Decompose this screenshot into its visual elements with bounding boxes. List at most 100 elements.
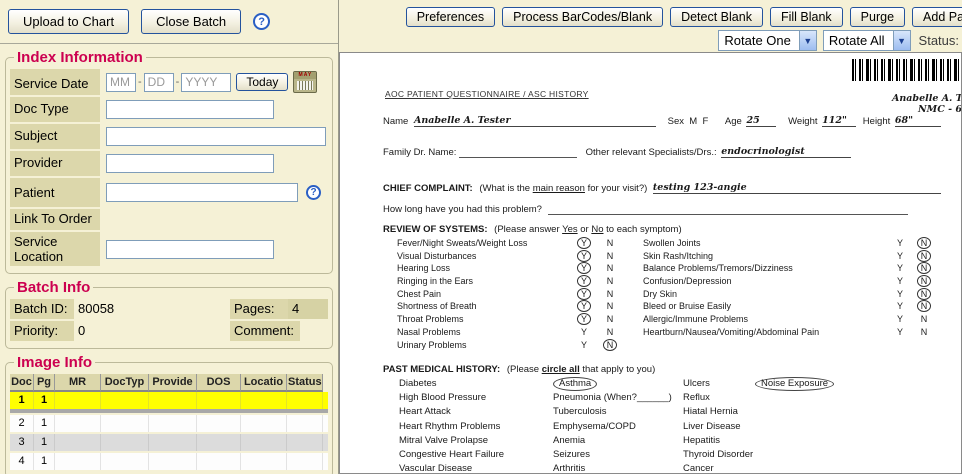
ros-item-label: Shortness of Breath	[397, 301, 477, 311]
patient-id-header: NMC - 6	[918, 104, 962, 115]
cc-prompt-pre: (What is the	[479, 183, 532, 194]
doc-type-input[interactable]	[106, 100, 274, 119]
ros-item-heartburn-nausea-vomiting-abdominal-pain: Heartburn/Nausea/Vomiting/Abdominal Pain…	[643, 327, 938, 340]
image-info-title: Image Info	[14, 354, 95, 371]
pmh-item-liver-disease: Liver Disease	[683, 421, 753, 435]
help-icon[interactable]: ?	[253, 13, 270, 30]
ros-answer-n: N	[603, 276, 617, 286]
rotate-all-label: Rotate All	[829, 33, 885, 48]
today-button[interactable]: Today	[236, 73, 288, 91]
weight-label: Weight	[788, 116, 817, 127]
blank-line	[459, 149, 577, 158]
column-header-doctyp: DocTyp	[101, 374, 149, 392]
pmh-item-thyroid-disorder: Thyroid Disorder	[683, 449, 753, 463]
priority-value: 0	[74, 321, 230, 341]
ros-answer-n: N	[917, 300, 931, 312]
toolbar-button-process-barcodes-blank[interactable]: Process BarCodes/Blank	[502, 7, 663, 27]
cell	[241, 434, 287, 451]
ros-answer-n: N	[917, 237, 931, 249]
calendar-grid	[297, 81, 313, 90]
service-location-label: Service Location	[10, 232, 100, 266]
doc-type-row: Doc Type	[10, 97, 328, 122]
service-location-row: Service Location	[10, 232, 328, 266]
column-header-dos: DOS	[197, 374, 241, 392]
ros-item-label: Ringing in the Ears	[397, 276, 473, 286]
patient-label: Patient	[10, 178, 100, 207]
doc-type-label: Doc Type	[10, 97, 100, 122]
chevron-down-icon: ▼	[893, 31, 910, 50]
patient-help-icon[interactable]: ?	[306, 185, 321, 200]
pmh-item-anemia: Anemia	[553, 435, 672, 449]
toolbar-button-preferences[interactable]: Preferences	[406, 7, 495, 27]
priority-label: Priority:	[10, 321, 74, 341]
pmh-note-post: that apply to you)	[580, 364, 656, 375]
cell	[287, 434, 323, 451]
ros-note-post: to each symptom)	[604, 224, 682, 235]
service-date-mm-input[interactable]	[106, 73, 136, 92]
ros-item-balance-problems-tremors-dizziness: Balance Problems/Tremors/DizzinessYN	[643, 263, 938, 276]
patient-input[interactable]	[106, 183, 298, 202]
ros-item-shortness-of-breath: Shortness of BreathYN	[397, 301, 637, 314]
document-title: AOC PATIENT QUESTIONNAIRE / ASC HISTORY	[385, 89, 589, 99]
ros-item-label: Chest Pain	[397, 289, 441, 299]
upload-to-chart-button[interactable]: Upload to Chart	[8, 9, 129, 34]
left-toolbar: Upload to Chart Close Batch ?	[0, 0, 338, 44]
ros-answer-n: N	[917, 327, 931, 337]
comment-value	[300, 321, 328, 341]
date-dash: -	[176, 76, 180, 88]
image-table-row-4[interactable]: 41	[10, 453, 328, 470]
toolbar-button-detect-blank[interactable]: Detect Blank	[670, 7, 763, 27]
provider-label: Provider	[10, 151, 100, 176]
ros-item-allergic-immune-problems: Allergic/Immune ProblemsYN	[643, 314, 938, 327]
pmh-item-reflux: Reflux	[683, 392, 753, 406]
pmh-item-congestive-heart-failure: Congestive Heart Failure	[399, 449, 504, 463]
pmh-section: DiabetesHigh Blood PressureHeart AttackH…	[340, 378, 962, 474]
cell	[287, 415, 323, 432]
ros-answer-y: Y	[577, 313, 591, 325]
ros-answer-n: N	[603, 263, 617, 273]
toolbar-button-purge[interactable]: Purge	[850, 7, 905, 27]
ros-item-label: Swollen Joints	[643, 238, 701, 248]
ros-item-fever-night-sweats-weight-loss: Fever/Night Sweats/Weight LossYN	[397, 238, 637, 251]
column-header-locatio: Locatio	[241, 374, 287, 392]
pmh-item-mitral-valve-prolapse: Mitral Valve Prolapse	[399, 435, 504, 449]
ros-item-visual-disturbances: Visual DisturbancesYN	[397, 251, 637, 264]
service-date-dd-input[interactable]	[144, 73, 174, 92]
close-batch-button[interactable]: Close Batch	[141, 9, 241, 34]
rotate-row: Rotate One ▼ Rotate All ▼ Status:	[340, 30, 962, 51]
image-table-row-2[interactable]: 21	[10, 415, 328, 432]
ros-answer-n: N	[603, 327, 617, 337]
ros-answer-n: N	[917, 250, 931, 262]
ros-answer-n: N	[917, 262, 931, 274]
provider-input[interactable]	[106, 154, 274, 173]
ros-item-label: Nasal Problems	[397, 327, 461, 337]
service-location-input[interactable]	[106, 240, 274, 259]
cell	[55, 453, 101, 470]
image-table-row-1[interactable]: 11	[10, 392, 328, 413]
ros-item-hearing-loss: Hearing LossYN	[397, 263, 637, 276]
pmh-item-high-blood-pressure: High Blood Pressure	[399, 392, 504, 406]
service-date-yyyy-input[interactable]	[181, 73, 231, 92]
toolbar-button-add-pag[interactable]: Add Pag	[912, 7, 962, 27]
ros-note-no: No	[591, 224, 603, 235]
subject-input[interactable]	[106, 127, 326, 146]
toolbar-button-fill-blank[interactable]: Fill Blank	[770, 7, 843, 27]
ros-answer-y: Y	[893, 301, 907, 311]
app-window: Upload to Chart Close Batch ? Index Info…	[0, 0, 962, 474]
rotate-one-select[interactable]: Rotate One ▼	[718, 30, 817, 51]
subject-row: Subject	[10, 124, 328, 149]
column-header-mr: MR	[55, 374, 101, 392]
date-dash: -	[138, 76, 142, 88]
index-information-title: Index Information	[14, 49, 146, 66]
chevron-down-icon: ▼	[799, 31, 816, 50]
ros-answer-y: Y	[577, 237, 591, 249]
how-long-line: How long have you had this problem?	[383, 204, 908, 215]
cell	[101, 434, 149, 451]
ros-answer-n: N	[603, 289, 617, 299]
ros-note-mid: or	[578, 224, 592, 235]
cell	[149, 434, 197, 451]
rotate-all-select[interactable]: Rotate All ▼	[823, 30, 911, 51]
calendar-icon[interactable]: MAY	[293, 71, 317, 93]
image-table-row-3[interactable]: 31	[10, 434, 328, 451]
cell: 3	[10, 434, 34, 451]
